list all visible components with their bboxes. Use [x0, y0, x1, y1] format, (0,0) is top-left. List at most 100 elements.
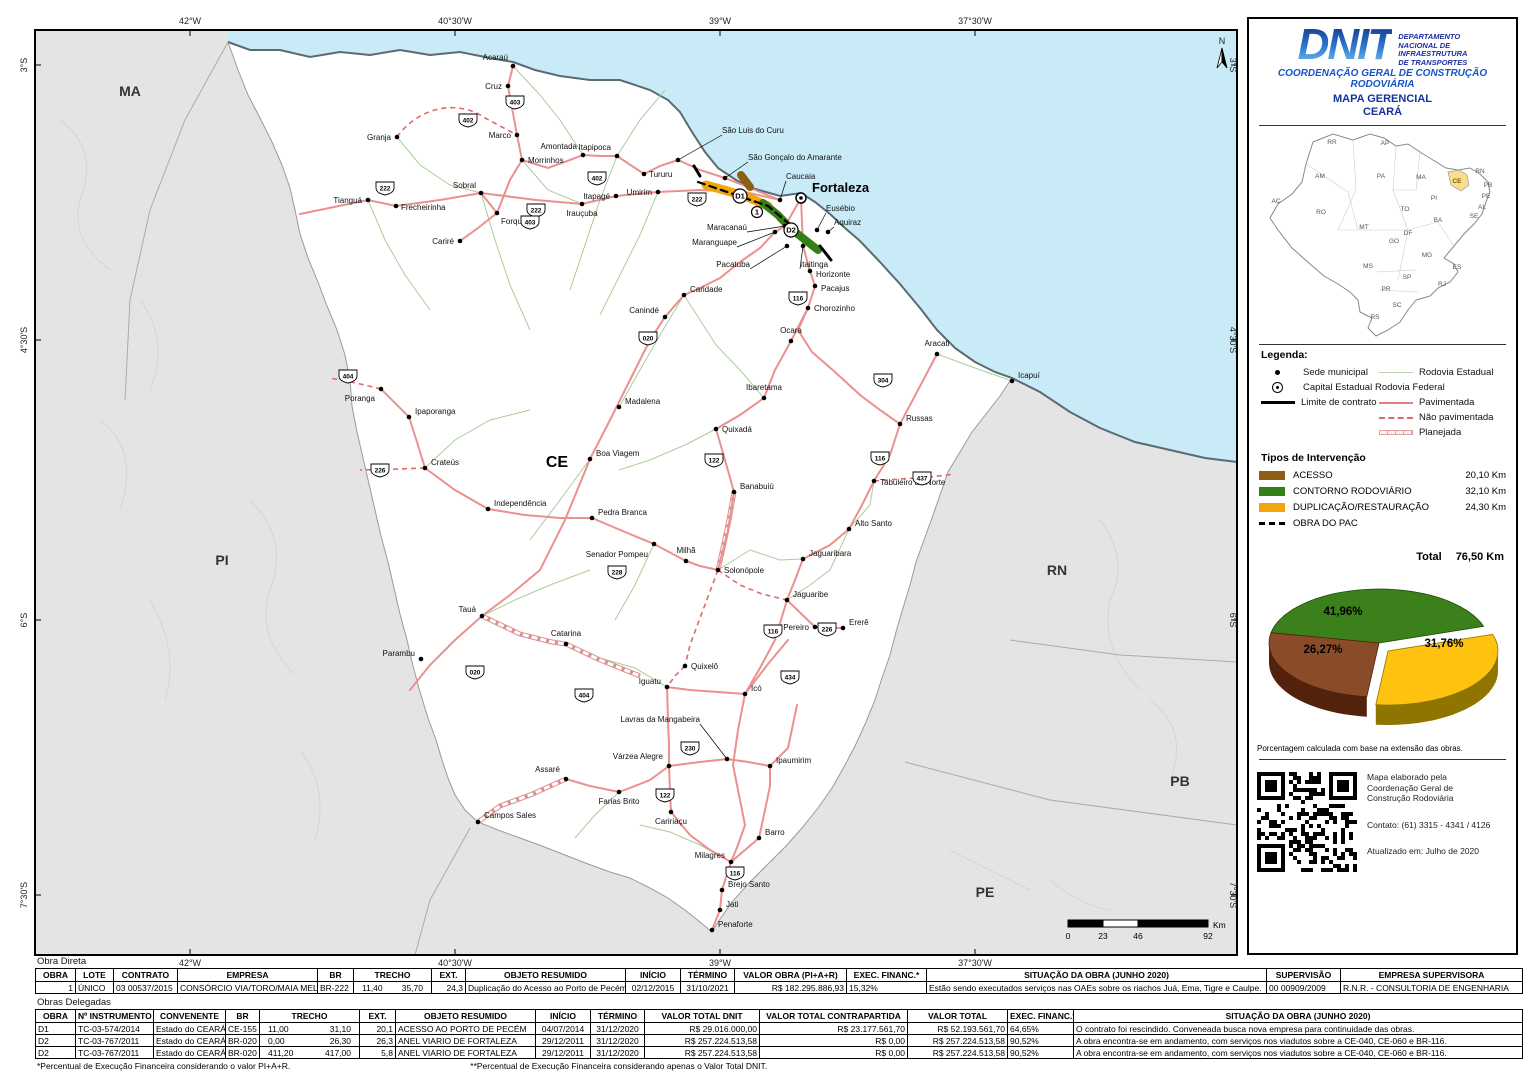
svg-text:PA: PA: [1376, 173, 1385, 180]
intervention-label: ACESSO: [1293, 470, 1465, 481]
svg-text:Pedra Branca: Pedra Branca: [598, 508, 647, 517]
city-dot: [663, 315, 668, 320]
pac-symbol: [1259, 522, 1285, 525]
city-dot: [801, 244, 806, 249]
table-footnotes: *Percentual de Execução Financeira consi…: [37, 1061, 1522, 1071]
svg-text:Chorozinho: Chorozinho: [814, 304, 855, 313]
svg-text:Boa Viagem: Boa Viagem: [596, 449, 640, 458]
footnote-1: *Percentual de Execução Financeira consi…: [37, 1061, 290, 1071]
city-dot: [682, 293, 687, 298]
table-cell: ANEL VIARIO DE FORTALEZA: [396, 1035, 536, 1047]
table-header: TÉRMINO: [681, 969, 735, 982]
city-dot: [935, 352, 940, 357]
intervention-types: ACESSO20,10 KmCONTORNO RODOVIÁRIO32,10 K…: [1259, 470, 1506, 529]
city-dot: [762, 396, 767, 401]
city-dot: [423, 466, 428, 471]
svg-text:Itaitinga: Itaitinga: [800, 260, 829, 269]
svg-text:PE: PE: [1481, 193, 1490, 200]
road-shield: 222: [688, 193, 706, 206]
svg-text:Parambu: Parambu: [383, 649, 415, 658]
city-dot: [511, 64, 516, 69]
svg-text:Jaguaribe: Jaguaribe: [793, 590, 829, 599]
svg-text:Poranga: Poranga: [345, 394, 376, 403]
svg-text:4°30'S: 4°30'S: [19, 327, 29, 353]
dnit-logo: DNIT: [1298, 25, 1393, 65]
road-shield: 403: [506, 96, 524, 109]
svg-text:Independência: Independência: [494, 499, 547, 508]
svg-text:DF: DF: [1403, 230, 1412, 237]
svg-text:CE: CE: [546, 454, 569, 471]
road-shield: 222: [376, 182, 394, 195]
svg-text:Marco: Marco: [489, 131, 512, 140]
svg-text:228: 228: [612, 570, 623, 577]
city-dot: [683, 664, 688, 669]
table-cell: R$ 0,00: [760, 1035, 908, 1047]
city-dot: [617, 790, 622, 795]
intervention-swatch: [1259, 471, 1285, 480]
table-cell: ÚNICO: [76, 982, 114, 994]
svg-text:116: 116: [875, 456, 886, 463]
table-cell: A obra encontra-se em andamento, com ser…: [1074, 1047, 1523, 1059]
table-cell: 31/12/2020: [591, 1023, 645, 1035]
table-row: D2TC-03-767/2011Estado do CEARÁBR-0200,0…: [36, 1035, 1523, 1047]
table-header: BR: [318, 969, 354, 982]
svg-text:0: 0: [1066, 931, 1071, 941]
svg-text:26,27%: 26,27%: [1303, 644, 1342, 656]
svg-text:BA: BA: [1433, 217, 1442, 224]
svg-text:402: 402: [592, 176, 603, 183]
city-dot: [495, 211, 500, 216]
brazil-outline: [1270, 134, 1490, 336]
city-dot: [743, 692, 748, 697]
table-cell: Estão sendo executados serviços nas OAEs…: [927, 982, 1267, 994]
svg-text:Aquiraz: Aquiraz: [834, 218, 861, 227]
table-cell: A obra encontra-se em andamento, com ser…: [1074, 1035, 1523, 1047]
road-shield: 304: [874, 374, 892, 387]
svg-text:Alto Santo: Alto Santo: [855, 519, 892, 528]
table-cell: 5,8: [360, 1047, 396, 1059]
legend-label: Sede municipal: [1303, 367, 1368, 378]
city-dot: [785, 244, 790, 249]
legend-label: Rodovia Estadual: [1419, 367, 1493, 378]
svg-text:402: 402: [463, 118, 474, 125]
svg-text:Frecheirinha: Frecheirinha: [401, 203, 446, 212]
svg-text:Lavras da Mangabeira: Lavras da Mangabeira: [620, 715, 700, 724]
svg-text:23: 23: [1098, 931, 1108, 941]
city-dot: [656, 190, 661, 195]
svg-text:Jaguaribara: Jaguaribara: [809, 549, 852, 558]
city-dot: [394, 204, 399, 209]
table-header: EXEC. FINANC.*: [847, 969, 927, 982]
svg-text:Amontada: Amontada: [541, 142, 578, 151]
qr-code: [1257, 772, 1357, 872]
svg-text:Quixelô: Quixelô: [691, 662, 719, 671]
city-dot: [615, 154, 620, 159]
road-shield: 434: [781, 671, 799, 684]
svg-text:Banabuiú: Banabuiú: [740, 482, 774, 491]
svg-text:Granja: Granja: [367, 133, 392, 142]
table-header: EMPRESA SUPERVISORA: [1341, 969, 1523, 982]
svg-text:Maranguape: Maranguape: [692, 238, 737, 247]
city-dot: [872, 479, 877, 484]
intervention-label: CONTORNO RODOVIÁRIO: [1293, 486, 1465, 497]
svg-text:Icapuí: Icapuí: [1018, 371, 1041, 380]
svg-text:Caridade: Caridade: [690, 285, 723, 294]
city-dot: [732, 490, 737, 495]
table-cell: 31/12/2020: [591, 1035, 645, 1047]
panel-header: DNIT DEPARTAMENTO NACIONAL DE INFRAESTRU…: [1249, 19, 1516, 121]
dot-symbol: [1275, 370, 1280, 375]
table-cell: O contrato foi rescindido. Conveneada bu…: [1074, 1023, 1523, 1035]
city-dot: [665, 685, 670, 690]
legend-title: Legenda:: [1261, 349, 1516, 361]
table-cell: BR-020: [226, 1035, 260, 1047]
city-dot: [590, 516, 595, 521]
table-cell: TC-03-574/2014: [76, 1023, 154, 1035]
svg-text:RO: RO: [1316, 209, 1326, 216]
svg-text:Russas: Russas: [906, 414, 933, 423]
road-shield: 116: [871, 452, 889, 465]
city-dot: [379, 387, 384, 392]
svg-text:Irauçuba: Irauçuba: [566, 209, 598, 218]
legend: Sede municipalRodovia EstadualCapital Es…: [1257, 367, 1508, 438]
divider: [1259, 759, 1506, 760]
paved-symbol: [1379, 402, 1413, 404]
svg-text:TO: TO: [1400, 206, 1409, 213]
city-dot: [716, 568, 721, 573]
